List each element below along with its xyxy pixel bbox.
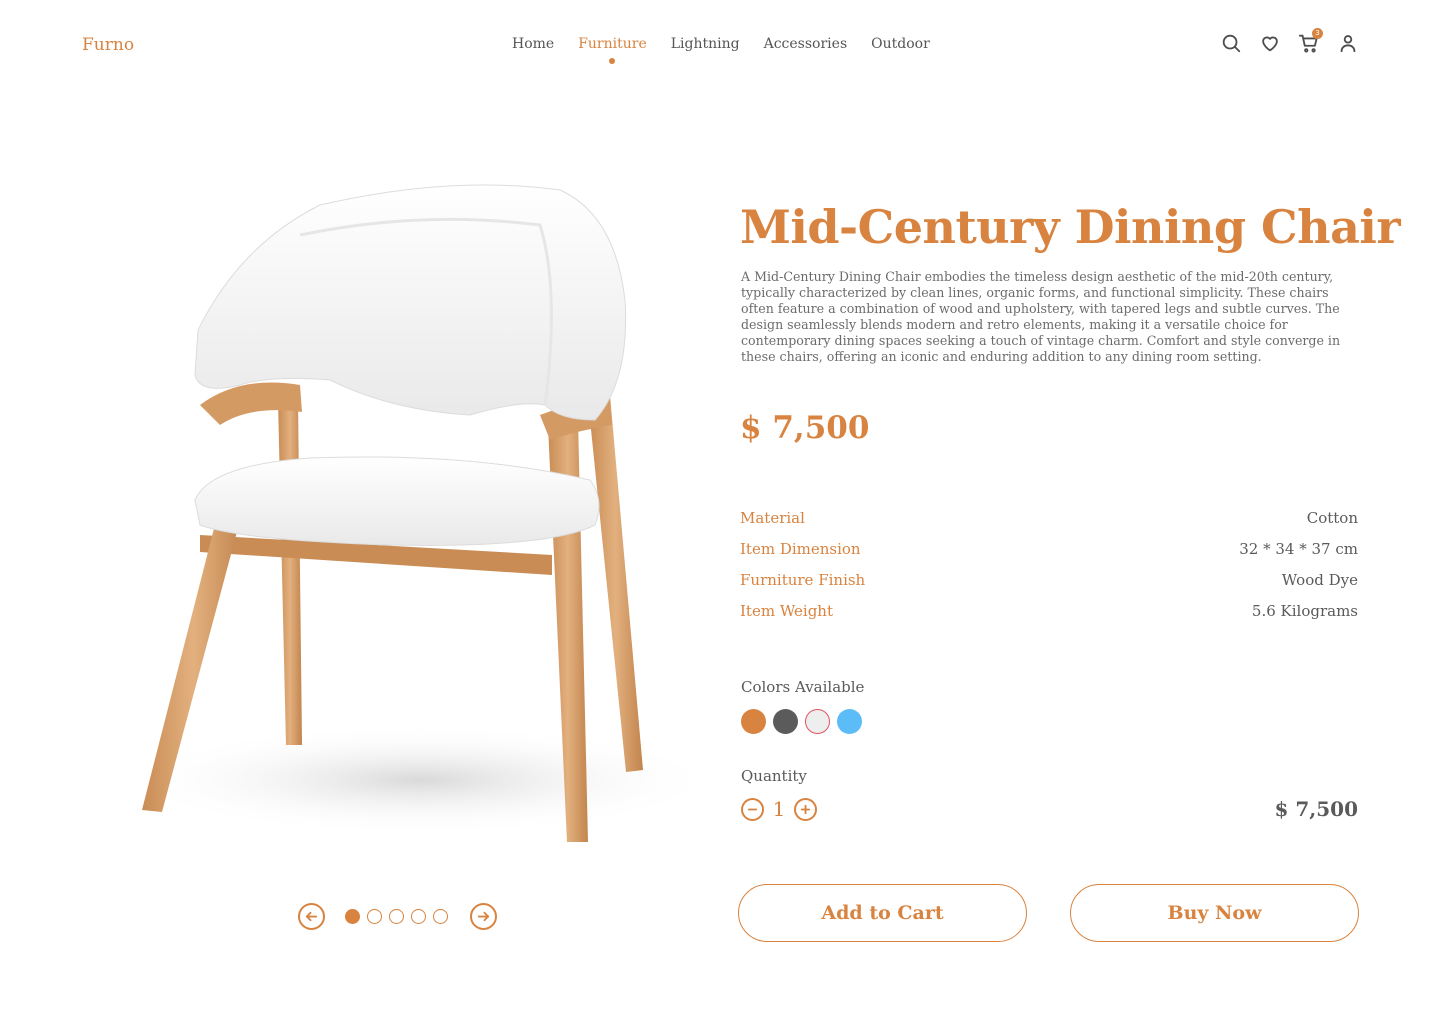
active-indicator-dot bbox=[609, 58, 616, 64]
add-to-cart-button[interactable]: Add to Cart bbox=[738, 884, 1027, 942]
spec-value: 5.6 Kilograms bbox=[1251, 602, 1358, 620]
spec-row-finish: Furniture Finish Wood Dye bbox=[740, 571, 1358, 602]
brand-logo[interactable]: Furno bbox=[82, 35, 134, 55]
product-price: $ 7,500 bbox=[740, 410, 870, 446]
image-carousel bbox=[298, 903, 497, 930]
carousel-next-button[interactable] bbox=[470, 903, 497, 930]
product-title: Mid-Century Dining Chair bbox=[740, 200, 1401, 254]
carousel-dot[interactable] bbox=[433, 909, 448, 924]
plus-icon bbox=[800, 804, 811, 814]
colors-label: Colors Available bbox=[741, 678, 865, 696]
quantity-value: 1 bbox=[772, 797, 786, 821]
nav-item-lightning[interactable]: Lightning bbox=[671, 36, 740, 52]
spec-row-material: Material Cotton bbox=[740, 509, 1358, 540]
carousel-dots bbox=[345, 909, 448, 924]
nav-item-accessories[interactable]: Accessories bbox=[764, 36, 848, 52]
product-specs: Material Cotton Item Dimension 32 * 34 *… bbox=[740, 509, 1358, 633]
nav-item-outdoor[interactable]: Outdoor bbox=[871, 36, 930, 52]
line-total: $ 7,500 bbox=[1274, 797, 1358, 821]
search-icon[interactable] bbox=[1220, 32, 1242, 54]
buy-now-button[interactable]: Buy Now bbox=[1070, 884, 1359, 942]
color-swatch-orange[interactable] bbox=[741, 709, 766, 734]
color-swatch-white[interactable] bbox=[805, 709, 830, 734]
carousel-prev-button[interactable] bbox=[298, 903, 325, 930]
carousel-dot[interactable] bbox=[389, 909, 404, 924]
product-image bbox=[90, 180, 720, 875]
nav-item-home[interactable]: Home bbox=[512, 36, 554, 52]
cart-icon[interactable]: 3 bbox=[1298, 28, 1323, 54]
quantity-label: Quantity bbox=[741, 767, 807, 785]
arrow-right-icon bbox=[477, 911, 490, 922]
nav-item-furniture[interactable]: Furniture bbox=[578, 36, 647, 64]
product-description: A Mid-Century Dining Chair embodies the … bbox=[741, 269, 1341, 364]
header: Furno Home Furniture Lightning Accessori… bbox=[0, 0, 1440, 90]
spec-label: Furniture Finish bbox=[740, 571, 866, 589]
user-icon[interactable] bbox=[1337, 32, 1359, 54]
spec-label: Material bbox=[740, 509, 805, 527]
chair-illustration bbox=[120, 184, 720, 842]
header-icons: 3 bbox=[1220, 28, 1359, 54]
color-swatch-blue[interactable] bbox=[837, 709, 862, 734]
minus-icon bbox=[747, 808, 758, 810]
main-nav: Home Furniture Lightning Accessories Out… bbox=[512, 36, 930, 64]
nav-item-label: Furniture bbox=[578, 36, 647, 52]
spec-row-dimension: Item Dimension 32 * 34 * 37 cm bbox=[740, 540, 1358, 571]
arrow-left-icon bbox=[305, 911, 318, 922]
spec-label: Item Weight bbox=[740, 602, 833, 620]
carousel-dot[interactable] bbox=[367, 909, 382, 924]
carousel-dot[interactable] bbox=[345, 909, 360, 924]
spec-row-weight: Item Weight 5.6 Kilograms bbox=[740, 602, 1358, 633]
color-swatch-gray[interactable] bbox=[773, 709, 798, 734]
heart-icon[interactable] bbox=[1259, 32, 1281, 54]
carousel-dot[interactable] bbox=[411, 909, 426, 924]
quantity-decrease-button[interactable] bbox=[741, 797, 764, 821]
spec-value: 32 * 34 * 37 cm bbox=[1239, 540, 1358, 558]
color-swatches bbox=[741, 709, 862, 734]
spec-value: Cotton bbox=[1306, 509, 1358, 527]
spec-value: Wood Dye bbox=[1281, 571, 1358, 589]
spec-label: Item Dimension bbox=[740, 540, 861, 558]
cart-count-badge: 3 bbox=[1312, 28, 1323, 39]
quantity-increase-button[interactable] bbox=[794, 797, 817, 821]
quantity-stepper: 1 bbox=[741, 797, 817, 821]
